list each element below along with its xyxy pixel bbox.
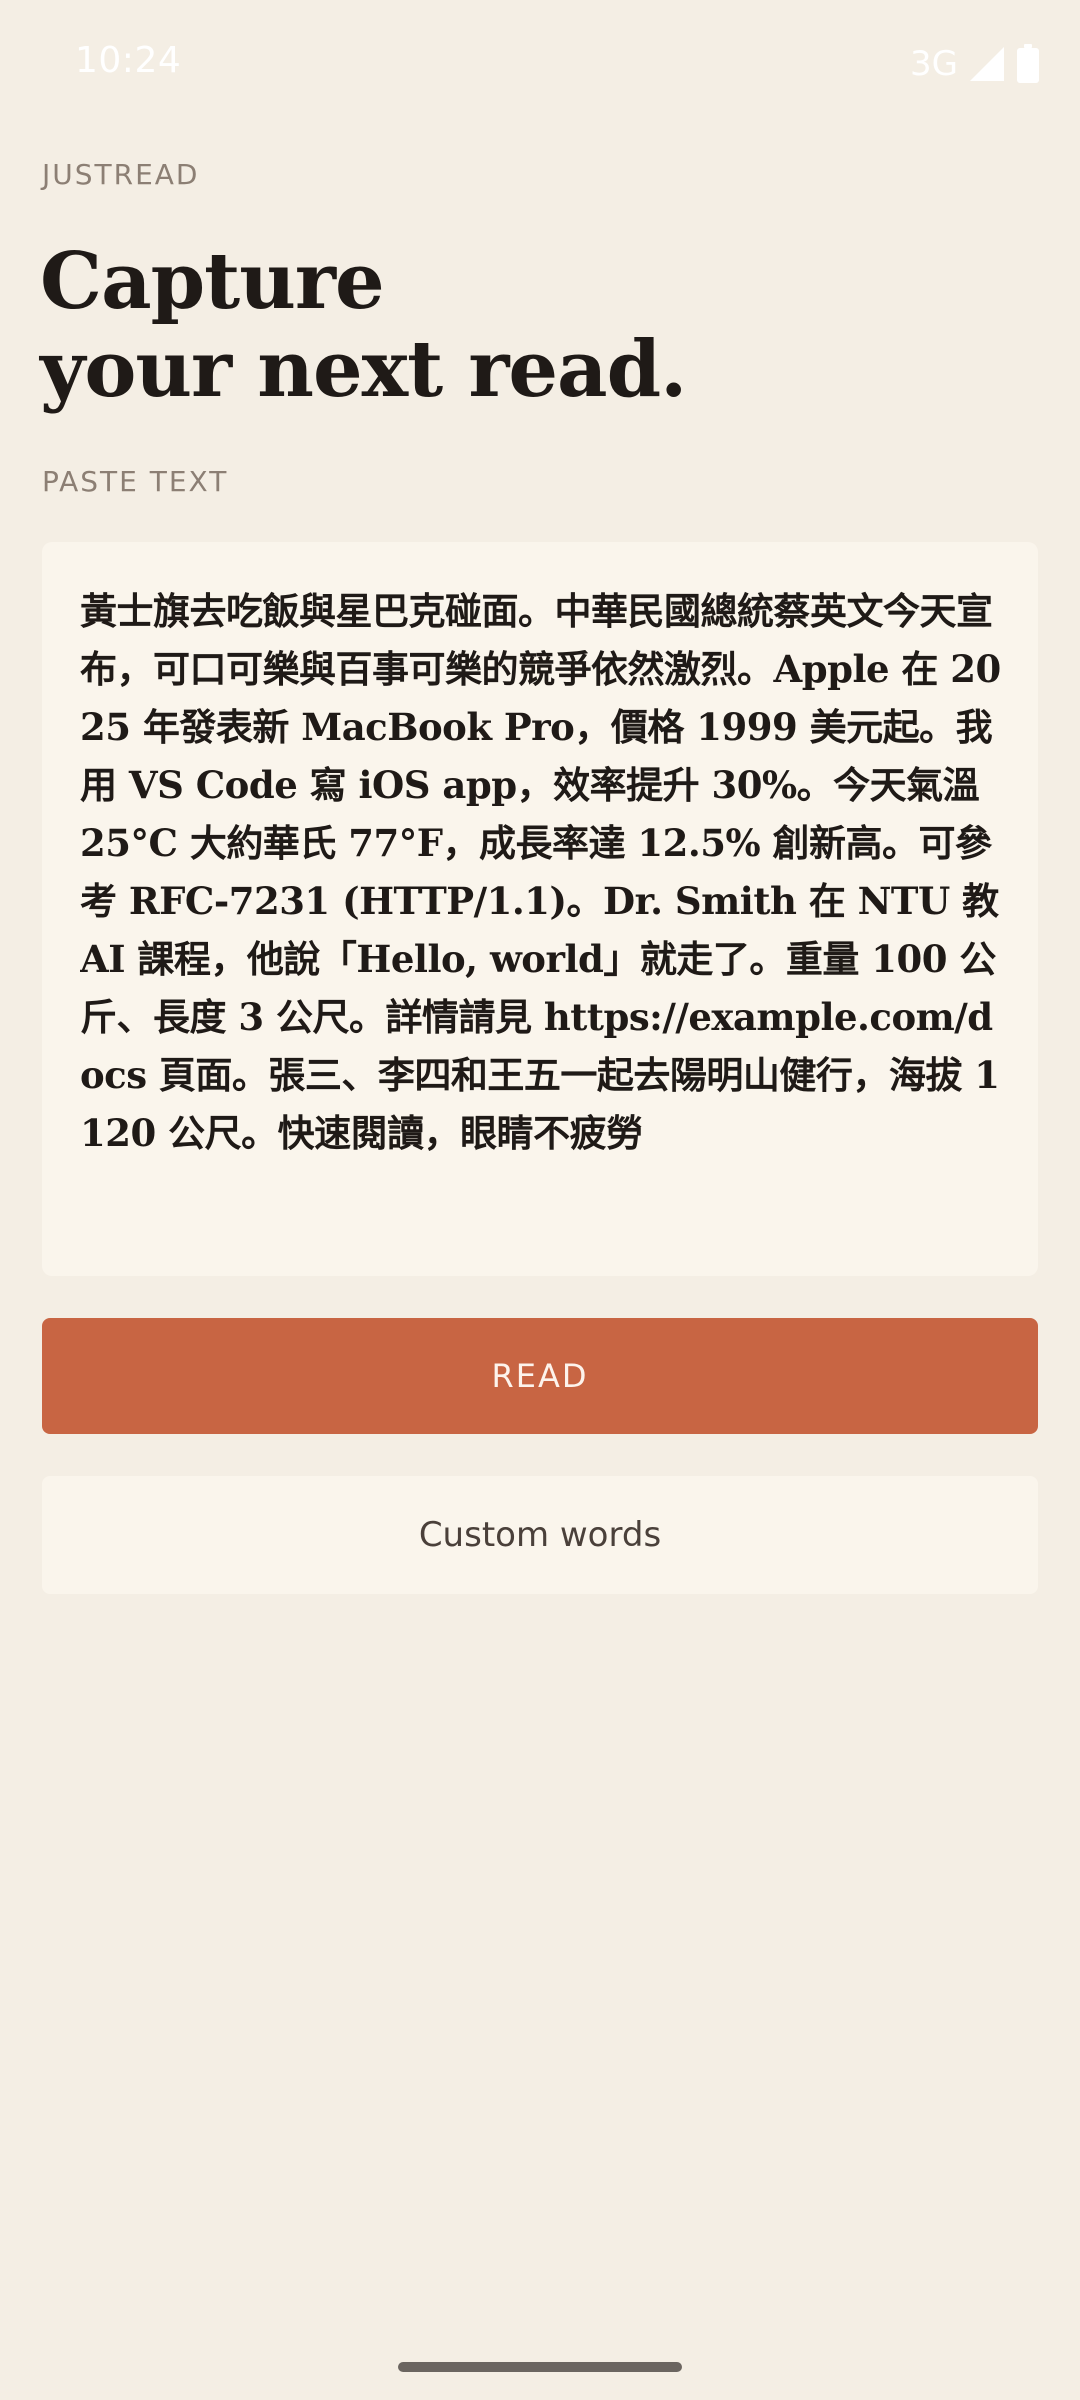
signal-icon	[970, 47, 1004, 81]
page-title: Capture your next read.	[40, 238, 1040, 414]
paste-text-content[interactable]: 黃士旗去吃飯與星巴克碰面。中華民國總統蔡英文今天宣布，可口可樂與百事可樂的競爭依…	[80, 582, 1010, 1238]
read-button[interactable]: READ	[42, 1318, 1038, 1434]
battery-icon	[1017, 44, 1039, 83]
home-indicator[interactable]	[398, 2362, 682, 2372]
app-brand: JUSTREAD	[42, 158, 200, 191]
paste-text-label: PASTE TEXT	[42, 465, 229, 498]
paste-text-input[interactable]: 黃士旗去吃飯與星巴克碰面。中華民國總統蔡英文今天宣布，可口可樂與百事可樂的競爭依…	[42, 542, 1038, 1276]
status-bar: 10:24 3G	[0, 0, 1080, 130]
status-time: 10:24	[75, 40, 182, 81]
custom-words-button[interactable]: Custom words	[42, 1476, 1038, 1594]
status-indicators: 3G	[910, 42, 1040, 86]
page-title-line-2: your next read.	[40, 324, 687, 415]
network-type: 3G	[910, 44, 958, 84]
page-title-line-1: Capture	[40, 236, 385, 327]
